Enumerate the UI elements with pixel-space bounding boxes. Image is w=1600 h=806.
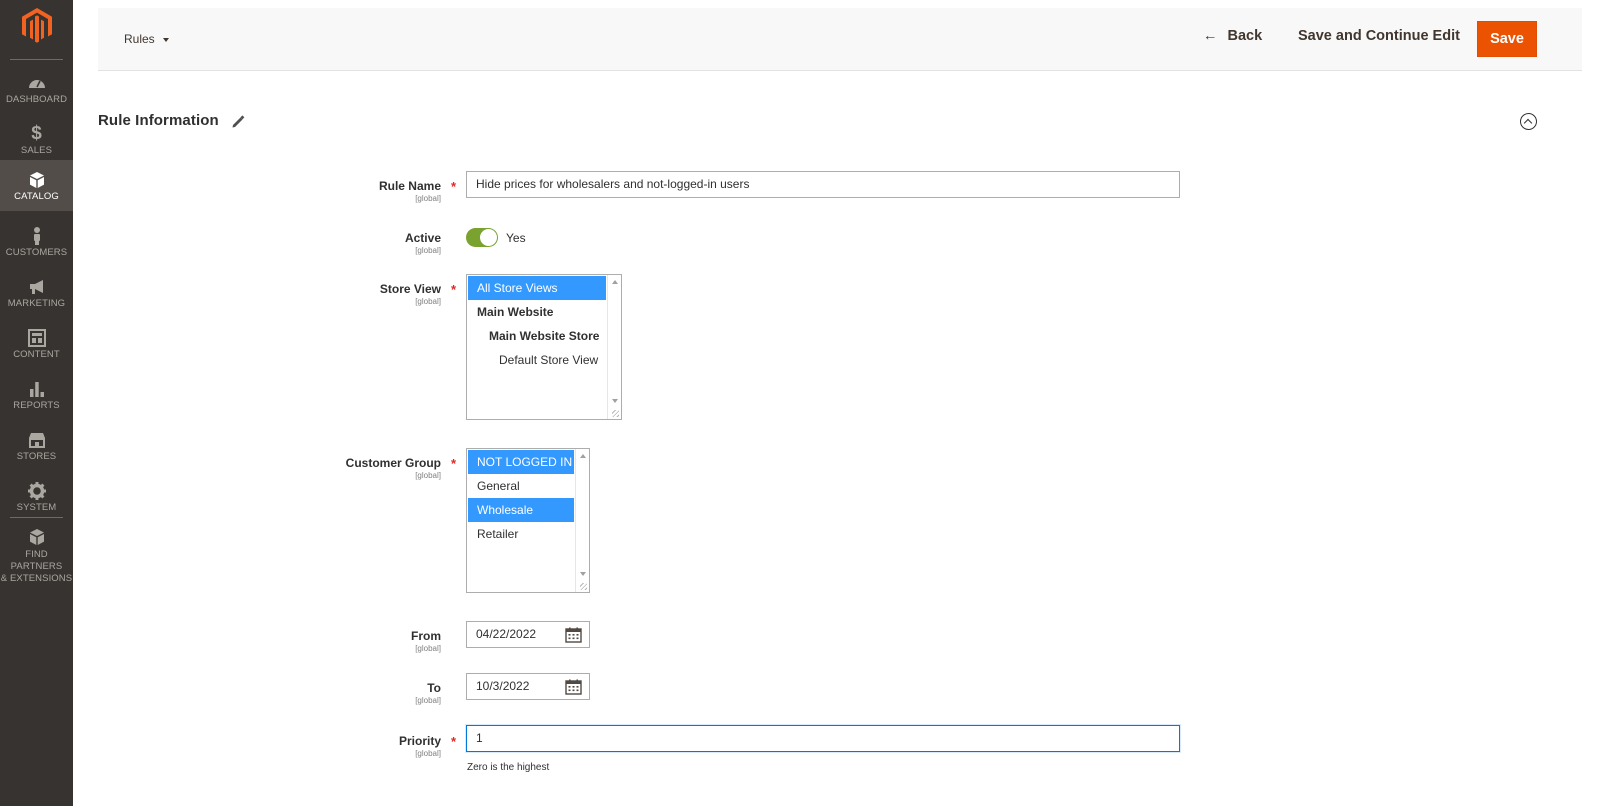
cubes-icon [29,529,44,545]
save-and-continue-button[interactable]: Save and Continue Edit [1298,28,1460,44]
caret-down-icon [162,37,169,42]
store-view-option: Main Website [477,305,554,319]
customer-group-scope: [global] [415,471,441,480]
active-scope: [global] [415,246,441,255]
scroll-up-icon[interactable] [580,454,586,458]
sidebar-item-dashboard[interactable]: Dashboard [0,65,73,116]
collapse-section-icon[interactable] [1520,113,1537,130]
back-button[interactable]: ← Back [1203,28,1262,44]
resize-grip-icon[interactable] [612,410,619,417]
sidebar-item-find-partners[interactable]: Find Partners & Extensions [0,522,73,584]
to-scope: [global] [415,696,441,705]
box-icon [29,172,44,188]
customer-group-option[interactable]: Retailer [468,522,574,546]
priority-scope: [global] [415,749,441,758]
magento-logo-icon[interactable] [22,8,52,44]
to-label: To [427,681,441,695]
active-label: Active [404,231,441,245]
store-view-multiselect[interactable]: All Store Views Main Website Main Websit… [466,274,622,420]
sidebar-item-stores[interactable]: Stores [0,422,73,473]
megaphone-icon [29,280,43,294]
sidebar-item-content[interactable]: Content [0,320,73,371]
rule-name-input[interactable]: Hide prices for wholesalers and not-logg… [466,171,1180,198]
sidebar-item-label: Content [13,349,60,360]
calendar-icon[interactable] [565,627,582,643]
customer-group-option[interactable]: NOT LOGGED IN [468,450,574,474]
resize-grip-icon[interactable] [580,583,587,590]
sidebar-item-marketing[interactable]: Marketing [0,269,73,320]
save-button[interactable]: Save [1477,21,1537,57]
sidebar-item-label: Reports [13,400,60,411]
back-button-label: Back [1227,28,1263,44]
toggle-knob [480,229,497,246]
arrow-left-icon: ← [1203,28,1218,44]
required-asterisk: * [451,282,457,297]
rules-switcher-dropdown[interactable]: Rules [124,32,169,46]
store-view-option[interactable]: All Store Views [468,276,606,300]
sidebar-item-reports[interactable]: Reports [0,371,73,422]
priority-input[interactable]: 1 [466,725,1180,752]
layout-icon [27,329,46,347]
active-toggle[interactable] [466,228,498,247]
gear-icon [27,482,46,500]
scroll-down-icon[interactable] [580,572,586,576]
store-view-label: Store View [379,282,441,296]
sidebar-item-label: Find Partners [10,549,63,572]
priority-note: Zero is the highest [467,762,550,773]
required-asterisk: * [451,734,457,749]
scroll-down-icon[interactable] [612,399,618,403]
from-label: From [411,629,441,643]
customer-group-option[interactable]: Wholesale [468,498,574,522]
sidebar-item-label: Dashboard [5,94,68,105]
calendar-icon[interactable] [565,679,582,695]
customer-group-multiselect[interactable]: NOT LOGGED IN General Wholesale Retailer [466,448,590,593]
person-icon [33,227,40,245]
dashboard-icon [28,80,45,88]
section-title: Rule Information [98,112,219,129]
sidebar-item-catalog[interactable]: Catalog [0,160,73,211]
customer-group-label: Customer Group [345,456,441,470]
sidebar-item-label: Marketing [7,298,66,309]
sidebar-item-label: Stores [16,451,57,462]
pencil-icon[interactable] [231,115,245,129]
sidebar-item-label: System [16,502,57,513]
customer-group-option[interactable]: General [468,474,574,498]
required-asterisk: * [451,179,457,194]
store-view-option: Main Website Store [489,329,600,343]
store-view-scope: [global] [415,297,441,306]
sidebar-item-label: & Extensions [0,573,73,584]
active-toggle-label: Yes [506,231,526,245]
sidebar-item-label: Sales [20,145,53,156]
required-asterisk: * [451,456,457,471]
from-scope: [global] [415,644,441,653]
rule-name-scope: [global] [415,194,441,203]
dollar-icon: $ [31,123,42,144]
admin-sidebar: Dashboard $ Sales Catalog Customers Mark… [0,0,73,806]
scroll-up-icon[interactable] [612,280,618,284]
storefront-icon [28,433,45,448]
sidebar-item-label: Customers [5,247,68,258]
scrollbar[interactable] [607,275,621,419]
rules-switcher-label: Rules [124,32,155,46]
sidebar-item-customers[interactable]: Customers [0,218,73,269]
store-view-option[interactable]: Default Store View [468,348,606,372]
rule-name-label: Rule Name [378,179,441,193]
sidebar-item-label: Catalog [14,191,59,202]
bar-chart-icon [29,382,44,397]
page-actions-bar: Rules ← Back Save and Continue Edit Save [98,8,1582,71]
priority-label: Priority [398,734,441,748]
scrollbar[interactable] [575,449,589,592]
